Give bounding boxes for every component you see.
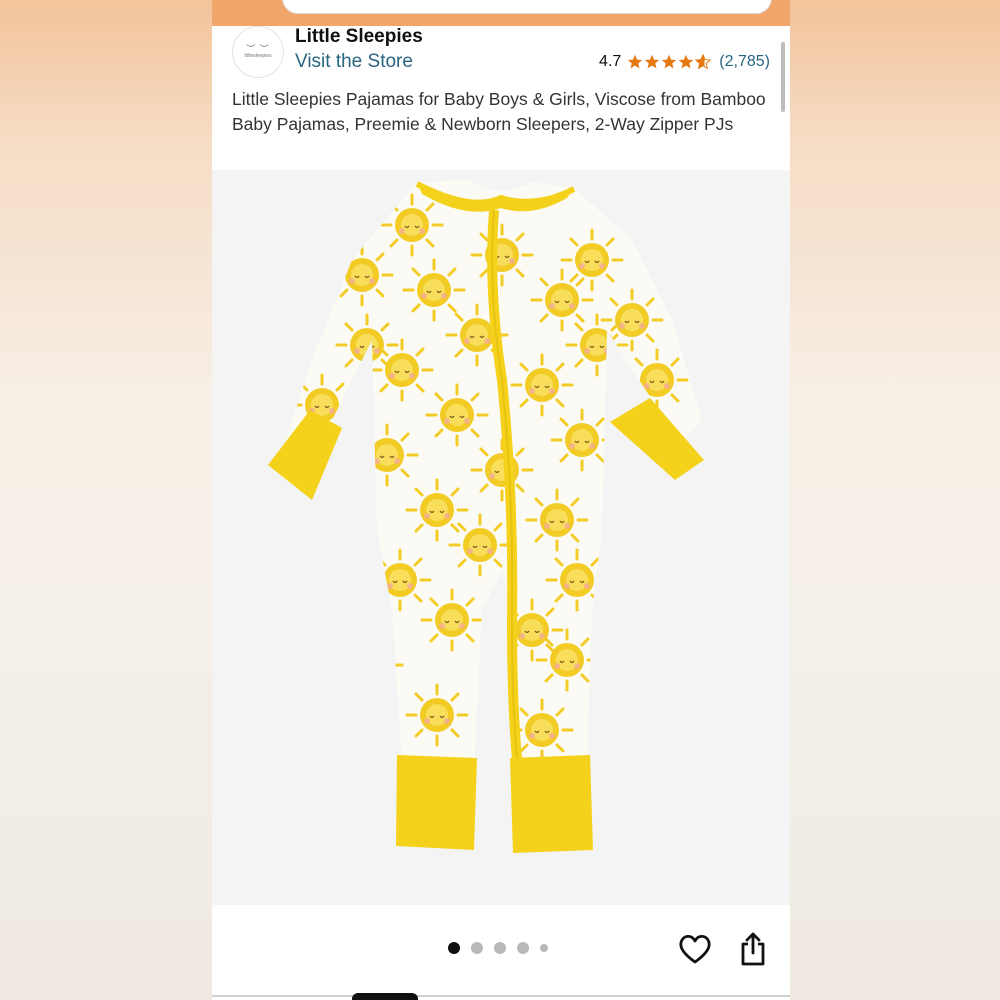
home-indicator [352,993,418,1000]
app-screen: ︶ ︶ littlesleepies Little Sleepies Visit… [212,0,790,1000]
share-icon[interactable] [738,931,768,967]
logo-mark-icon: ︶ ︶ [246,44,270,54]
divider [212,995,790,997]
carousel-dot[interactable] [517,942,529,954]
star-half-icon [695,54,712,70]
onesie-image [268,180,704,853]
review-count-link[interactable]: (2,785) [719,53,770,71]
star-icon [628,54,643,69]
carousel-dot[interactable] [494,942,506,954]
store-name: Little Sleepies [295,26,423,47]
carousel-dot[interactable] [448,942,460,954]
product-title: Little Sleepies Pajamas for Baby Boys & … [232,89,766,134]
search-bar[interactable] [282,0,772,14]
scrollbar[interactable] [781,42,785,112]
star-rating [627,54,712,70]
heart-icon[interactable] [678,933,712,965]
carousel-dots[interactable] [448,942,548,954]
carousel-dot[interactable] [540,944,548,952]
carousel-dot[interactable] [471,942,483,954]
store-row: ︶ ︶ littlesleepies Little Sleepies Visit… [212,26,790,82]
background-blur-right [790,0,1000,1000]
star-icon [645,54,660,69]
product-image[interactable] [212,170,790,905]
star-icon [679,54,694,69]
header-strip [212,0,790,26]
image-controls [212,905,790,1000]
logo-text: littlesleepies [244,53,272,59]
visit-store-link[interactable]: Visit the Store [295,51,413,73]
rating[interactable]: 4.7 (2,785) [599,53,770,71]
store-logo[interactable]: ︶ ︶ littlesleepies [232,26,284,78]
star-icon [662,54,677,69]
background-blur-left [0,0,212,1000]
rating-value: 4.7 [599,53,622,70]
